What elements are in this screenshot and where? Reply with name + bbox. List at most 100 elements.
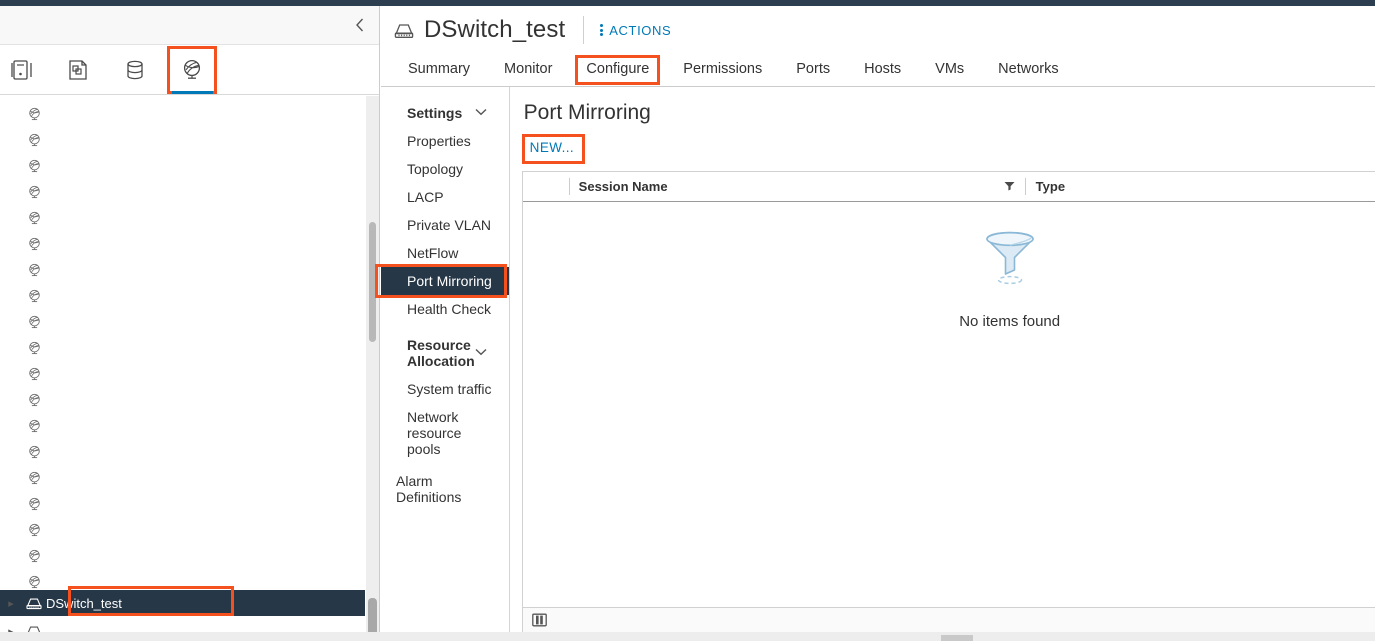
settings-nav: Settings Properties Topology LACP Privat… — [381, 87, 510, 640]
tree-row-network-14[interactable] — [0, 465, 365, 491]
tab-vms[interactable]: VMs — [918, 61, 981, 86]
network-portgroup-icon — [22, 106, 46, 123]
network-portgroup-icon — [22, 392, 46, 409]
nav-item-network-resource-pools[interactable]: Network resource pools — [381, 403, 509, 463]
host-cluster-icon — [10, 58, 34, 82]
chevron-left-icon[interactable] — [349, 14, 371, 36]
column-layout-icon[interactable] — [532, 613, 547, 627]
nav-group-label: Settings — [407, 105, 462, 121]
nav-item-topology[interactable]: Topology — [381, 155, 509, 183]
inventory-tab-networking[interactable] — [170, 49, 214, 91]
table-column-session-name[interactable]: Session Name — [570, 179, 1025, 194]
active-tab-underline — [172, 91, 213, 94]
tree-row-network-8[interactable] — [0, 309, 365, 335]
inventory-tab-storage[interactable] — [113, 49, 157, 91]
nav-item-health-check[interactable]: Health Check — [381, 295, 509, 323]
new-button[interactable]: NEW... — [524, 137, 580, 158]
vm-templates-icon — [66, 58, 90, 82]
horizontal-scrollbar-thumb[interactable] — [941, 635, 973, 641]
chevron-down-icon[interactable] — [475, 107, 487, 119]
empty-funnel-icon — [979, 224, 1041, 291]
network-portgroup-icon — [22, 184, 46, 201]
tree-row-network-0[interactable] — [0, 101, 365, 127]
table-select-column-header[interactable] — [523, 172, 569, 201]
tree-row-network-13[interactable] — [0, 439, 365, 465]
tree-row-network-17[interactable] — [0, 543, 365, 569]
nav-item-netflow[interactable]: NetFlow — [381, 239, 509, 267]
tab-ports[interactable]: Ports — [779, 61, 847, 86]
configure-body: Settings Properties Topology LACP Privat… — [381, 87, 1375, 640]
tree-row-network-6[interactable] — [0, 257, 365, 283]
tree-row-network-7[interactable] — [0, 283, 365, 309]
tree-row-dswitch-test[interactable]: ▸ DSwitch_test — [0, 590, 365, 616]
table-body: No items found — [523, 202, 1375, 606]
nav-item-lacp[interactable]: LACP — [381, 183, 509, 211]
pane-title: Port Mirroring — [520, 101, 1375, 125]
actions-menu-button[interactable]: ACTIONS — [600, 23, 671, 38]
inventory-panel: _ _ _ _ _ ▸ DSwitch_test ▸ — [0, 6, 380, 641]
empty-state-message: No items found — [959, 313, 1060, 330]
network-portgroup-icon — [22, 340, 46, 357]
port-mirroring-table: Session Name Type — [522, 171, 1375, 607]
inventory-tab-hosts-and-clusters[interactable] — [0, 49, 44, 91]
tree-row-network-5[interactable] — [0, 231, 365, 257]
nav-group-settings[interactable]: Settings — [381, 99, 509, 127]
tree-scrollbar-track[interactable] — [366, 96, 379, 641]
nav-item-system-traffic[interactable]: System traffic — [381, 375, 509, 403]
window-bottom-strip — [0, 632, 1375, 641]
network-portgroup-icon — [22, 158, 46, 175]
tab-monitor[interactable]: Monitor — [487, 61, 569, 86]
chevron-right-icon[interactable]: ▸ — [0, 597, 22, 610]
nav-item-label: Topology — [407, 161, 463, 177]
chevron-down-icon[interactable] — [475, 347, 487, 359]
column-header-label: Type — [1036, 179, 1065, 194]
tab-permissions[interactable]: Permissions — [666, 61, 779, 86]
tab-label: Networks — [998, 61, 1058, 77]
network-portgroup-icon — [22, 548, 46, 565]
inventory-tree[interactable]: _ _ _ _ _ ▸ DSwitch_test ▸ — [0, 96, 379, 641]
tab-label: VMs — [935, 61, 964, 77]
tree-row-network-2[interactable] — [0, 153, 365, 179]
tree-row-network-1[interactable] — [0, 127, 365, 153]
filter-icon[interactable] — [1004, 179, 1015, 194]
tree-scrollbar-thumb-upper[interactable] — [369, 222, 376, 342]
tree-row-network-4[interactable] — [0, 205, 365, 231]
tree-item-label: DSwitch_test — [46, 596, 122, 611]
tree-row-network-11[interactable] — [0, 387, 365, 413]
table-header-row: Session Name Type — [523, 172, 1375, 202]
tree-row-network-3[interactable] — [0, 179, 365, 205]
nav-item-label: Alarm Definitions — [396, 473, 461, 505]
nav-item-private-vlan[interactable]: Private VLAN — [381, 211, 509, 239]
tab-configure[interactable]: Configure — [569, 61, 666, 86]
table-column-type[interactable]: Type — [1026, 179, 1375, 194]
nav-item-label: Port Mirroring — [407, 273, 492, 289]
distributed-switch-icon — [22, 595, 46, 611]
tree-scrollbar-thumb-lower[interactable] — [368, 598, 377, 636]
tree-row-network-15[interactable] — [0, 491, 365, 517]
tree-row-network-10[interactable] — [0, 361, 365, 387]
nav-item-alarm-definitions[interactable]: Alarm Definitions — [381, 467, 509, 511]
nav-item-label: Properties — [407, 133, 471, 149]
tab-networks[interactable]: Networks — [981, 61, 1075, 86]
network-portgroup-icon — [22, 574, 46, 591]
nav-item-port-mirroring[interactable]: Port Mirroring — [381, 267, 509, 295]
tab-label: Configure — [586, 61, 649, 77]
inventory-tab-vms-and-templates[interactable] — [56, 49, 100, 91]
tree-row-network-9[interactable] — [0, 335, 365, 361]
network-portgroup-icon — [22, 132, 46, 149]
page-title: DSwitch_test — [424, 16, 565, 44]
network-portgroup-icon — [22, 288, 46, 305]
tree-row-network-12[interactable] — [0, 413, 365, 439]
nav-group-resource-allocation[interactable]: Resource Allocation — [381, 331, 509, 375]
nav-item-label: System traffic — [407, 381, 492, 397]
nav-item-properties[interactable]: Properties — [381, 127, 509, 155]
header-divider — [583, 16, 584, 44]
tab-label: Monitor — [504, 61, 552, 77]
tab-hosts[interactable]: Hosts — [847, 61, 918, 86]
distributed-switch-icon — [393, 21, 415, 40]
tab-summary[interactable]: Summary — [391, 61, 487, 86]
network-portgroup-icon — [22, 314, 46, 331]
tree-row-network-16[interactable] — [0, 517, 365, 543]
nav-item-label: NetFlow — [407, 245, 458, 261]
network-portgroup-icon — [22, 262, 46, 279]
